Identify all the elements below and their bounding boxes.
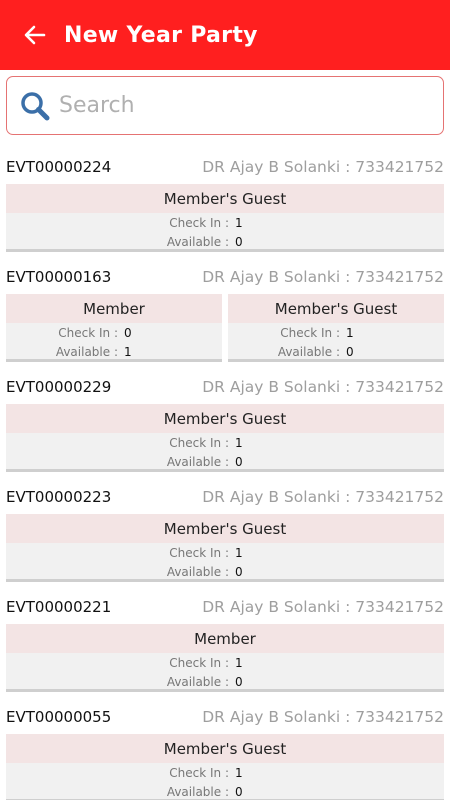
check-in-label: Check In : bbox=[280, 325, 340, 340]
pass-card[interactable]: Member's Guest Check In : 1 Available : 0 bbox=[228, 294, 444, 362]
event-list[interactable]: EVT00000224 DR Ajay B Solanki : 73342175… bbox=[0, 150, 450, 800]
pass-card[interactable]: Member's Guest Check In : 1 Available : 0 bbox=[6, 734, 444, 800]
check-in-value: 1 bbox=[346, 325, 354, 340]
search-input[interactable] bbox=[59, 93, 419, 118]
available-value: 0 bbox=[235, 454, 243, 469]
available-value: 0 bbox=[346, 344, 354, 359]
pass-card[interactable]: Member Check In : 1 Available : 0 bbox=[6, 624, 444, 692]
available-label: Available : bbox=[55, 344, 118, 359]
available-value: 0 bbox=[235, 234, 243, 249]
check-in-value: 1 bbox=[235, 435, 243, 450]
event-owner: DR Ajay B Solanki : 733421752 bbox=[202, 708, 444, 726]
check-in-label: Check In : bbox=[169, 215, 229, 230]
available-label: Available : bbox=[166, 784, 229, 799]
available-label: Available : bbox=[166, 454, 229, 469]
back-arrow-icon[interactable] bbox=[22, 22, 48, 48]
check-in-value: 1 bbox=[235, 545, 243, 560]
available-value: 0 bbox=[235, 784, 243, 799]
event-item[interactable]: EVT00000055 DR Ajay B Solanki : 73342175… bbox=[0, 700, 450, 800]
check-in-value: 1 bbox=[235, 215, 243, 230]
available-label: Available : bbox=[166, 674, 229, 689]
check-in-value: 0 bbox=[124, 325, 132, 340]
page-title: New Year Party bbox=[64, 22, 258, 48]
check-in-label: Check In : bbox=[169, 435, 229, 450]
event-id: EVT00000055 bbox=[6, 708, 112, 726]
event-owner: DR Ajay B Solanki : 733421752 bbox=[202, 158, 444, 176]
available-label: Available : bbox=[277, 344, 340, 359]
event-id: EVT00000221 bbox=[6, 598, 112, 616]
pass-type: Member's Guest bbox=[6, 734, 444, 763]
check-in-label: Check In : bbox=[58, 325, 118, 340]
event-id: EVT00000224 bbox=[6, 158, 112, 176]
check-in-value: 1 bbox=[235, 655, 243, 670]
pass-card[interactable]: Member's Guest Check In : 1 Available : 0 bbox=[6, 404, 444, 472]
pass-card[interactable]: Member's Guest Check In : 1 Available : 0 bbox=[6, 184, 444, 252]
pass-card[interactable]: Member Check In : 0 Available : 1 bbox=[6, 294, 222, 362]
available-label: Available : bbox=[166, 564, 229, 579]
search-icon bbox=[19, 90, 51, 122]
app-bar: New Year Party bbox=[0, 0, 450, 70]
event-id: EVT00000229 bbox=[6, 378, 112, 396]
event-item[interactable]: EVT00000224 DR Ajay B Solanki : 73342175… bbox=[0, 150, 450, 260]
pass-type: Member's Guest bbox=[228, 294, 444, 323]
pass-type: Member's Guest bbox=[6, 404, 444, 433]
event-id: EVT00000223 bbox=[6, 488, 112, 506]
pass-type: Member's Guest bbox=[6, 514, 444, 543]
pass-type: Member bbox=[6, 294, 222, 323]
event-owner: DR Ajay B Solanki : 733421752 bbox=[202, 378, 444, 396]
event-item[interactable]: EVT00000223 DR Ajay B Solanki : 73342175… bbox=[0, 480, 450, 590]
pass-type: Member bbox=[6, 624, 444, 653]
pass-type: Member's Guest bbox=[6, 184, 444, 213]
event-owner: DR Ajay B Solanki : 733421752 bbox=[202, 488, 444, 506]
pass-card[interactable]: Member's Guest Check In : 1 Available : 0 bbox=[6, 514, 444, 582]
available-label: Available : bbox=[166, 234, 229, 249]
check-in-label: Check In : bbox=[169, 765, 229, 780]
event-item[interactable]: EVT00000221 DR Ajay B Solanki : 73342175… bbox=[0, 590, 450, 700]
check-in-label: Check In : bbox=[169, 545, 229, 560]
event-owner: DR Ajay B Solanki : 733421752 bbox=[202, 268, 444, 286]
check-in-label: Check In : bbox=[169, 655, 229, 670]
available-value: 0 bbox=[235, 564, 243, 579]
available-value: 1 bbox=[124, 344, 132, 359]
available-value: 0 bbox=[235, 674, 243, 689]
event-owner: DR Ajay B Solanki : 733421752 bbox=[202, 598, 444, 616]
event-item[interactable]: EVT00000163 DR Ajay B Solanki : 73342175… bbox=[0, 260, 450, 370]
event-item[interactable]: EVT00000229 DR Ajay B Solanki : 73342175… bbox=[0, 370, 450, 480]
check-in-value: 1 bbox=[235, 765, 243, 780]
event-id: EVT00000163 bbox=[6, 268, 112, 286]
search-bar[interactable] bbox=[6, 76, 444, 135]
